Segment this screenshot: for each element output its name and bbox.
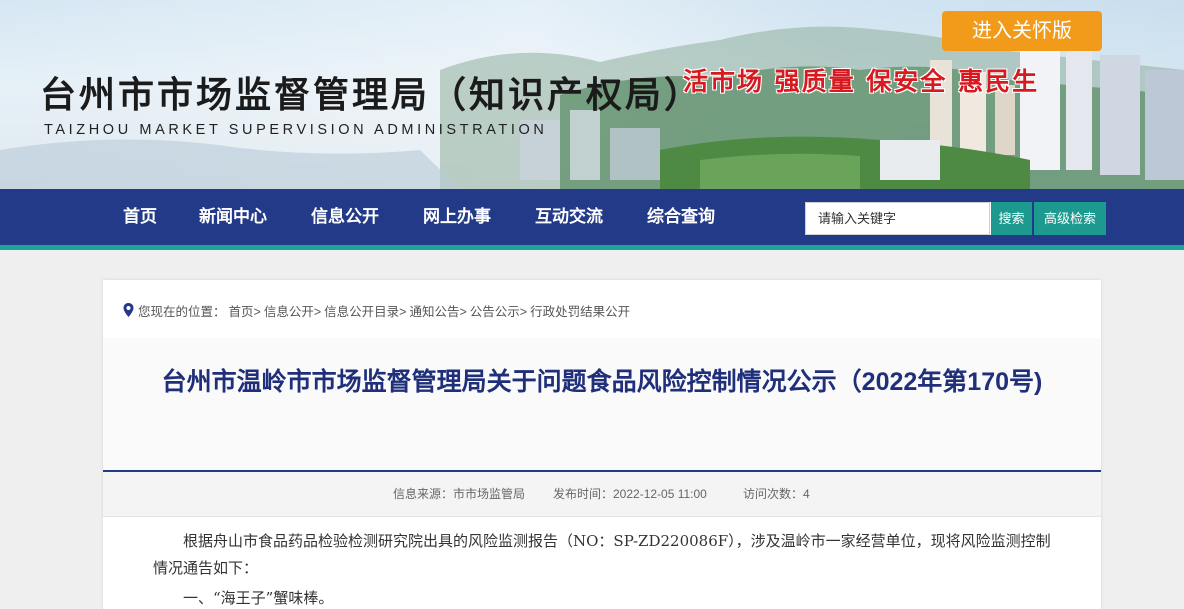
article-publish-time: 发布时间：2022-12-05 11:00 [553, 487, 707, 501]
breadcrumb-item-penalty-results[interactable]: 行政处罚结果公开 [530, 301, 630, 320]
search-button[interactable]: 搜索 [990, 202, 1032, 235]
title-area [103, 338, 1101, 471]
advanced-search-button[interactable]: 高级检索 [1034, 202, 1106, 235]
care-mode-button[interactable]: 进入关怀版 [942, 11, 1102, 51]
article-title: 台州市温岭市市场监督管理局关于问题食品风险控制情况公示（2022年第170号) [161, 368, 1043, 396]
article-view-count: 访问次数：4 [743, 487, 810, 501]
breadcrumb-item-info-disclosure[interactable]: 信息公开> [264, 301, 321, 320]
nav-item-news[interactable]: 新闻中心 [199, 189, 267, 245]
article-paragraph: 根据舟山市食品药品检验检测研究院出具的风险监测报告（NO：SP-ZD220086… [153, 532, 1051, 577]
article-meta-bar: 信息来源：市市场监管局 发布时间：2022-12-05 11:00 访问次数：4 [103, 472, 1101, 517]
breadcrumb-item-home[interactable]: 首页> [229, 301, 261, 320]
nav-accent-strip [0, 245, 1184, 250]
site-slogan: 活市场 强质量 保安全 惠民生 [683, 67, 1040, 96]
breadcrumb: 您现在的位置： 首页> 信息公开> 信息公开目录> 通知公告> 公告公示> 行政… [123, 300, 633, 320]
breadcrumb-prefix: 您现在的位置： [138, 304, 226, 319]
breadcrumb-item-info-catalog[interactable]: 信息公开目录> [324, 301, 406, 320]
article-body: 根据舟山市食品药品检验检测研究院出具的风险监测报告（NO：SP-ZD220086… [153, 528, 1053, 609]
breadcrumb-item-notices[interactable]: 通知公告> [409, 301, 466, 320]
article-source: 信息来源：市市场监管局 [393, 487, 526, 501]
nav-item-query[interactable]: 综合查询 [647, 189, 715, 245]
nav-item-home[interactable]: 首页 [123, 189, 157, 245]
nav-item-info-disclosure[interactable]: 信息公开 [311, 189, 379, 245]
article-list-item: 一、“海王子”蟹味棒。 [183, 589, 334, 607]
nav-item-interaction[interactable]: 互动交流 [535, 189, 603, 245]
search-input[interactable]: 请输入关键字 [805, 202, 990, 235]
breadcrumb-item-announcements[interactable]: 公告公示> [470, 301, 527, 320]
site-subtitle: TAIZHOU MARKET SUPERVISION ADMINISTRATIO… [44, 122, 548, 138]
header-banner: 台州市市场监督管理局（知识产权局） TAIZHOU MARKET SUPERVI… [0, 0, 1184, 189]
nav-item-online-services[interactable]: 网上办事 [423, 189, 491, 245]
location-pin-icon [123, 303, 134, 317]
article-card: 您现在的位置： 首页> 信息公开> 信息公开目录> 通知公告> 公告公示> 行政… [103, 280, 1101, 609]
site-title: 台州市市场监督管理局（知识产权局） [40, 74, 704, 116]
